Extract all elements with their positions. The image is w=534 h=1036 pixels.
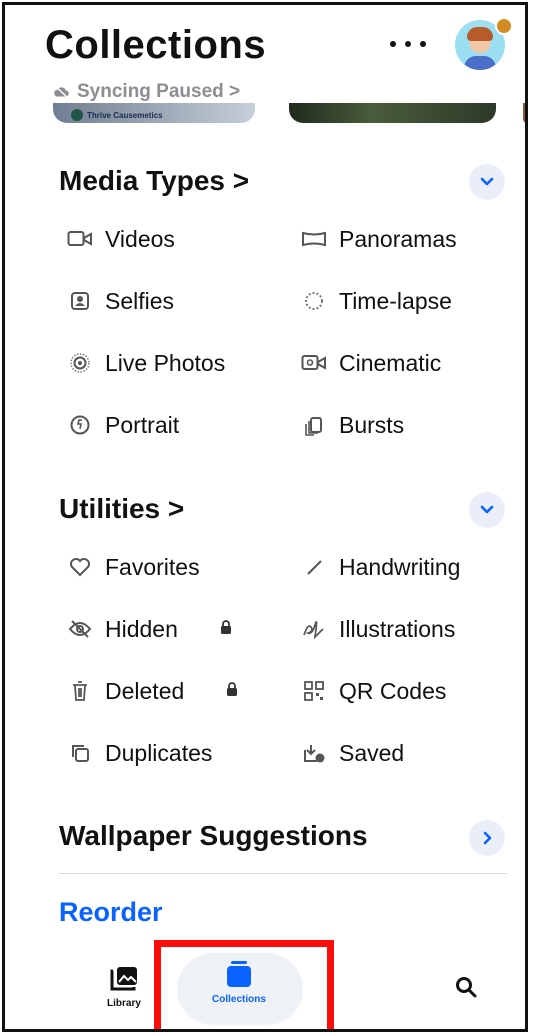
collection-item-label: Videos <box>105 225 175 252</box>
portrait-icon <box>67 412 93 438</box>
page-title: Collections <box>45 23 267 67</box>
collection-item-bursts[interactable]: Bursts <box>301 410 404 440</box>
more-options-button[interactable] <box>390 33 426 55</box>
media-types-title: Media Types > <box>59 165 250 196</box>
thumbnail-2[interactable] <box>289 103 496 123</box>
collection-item-label: Hidden <box>105 615 178 642</box>
notification-badge <box>495 17 513 35</box>
collection-item-illustrations[interactable]: Illustrations <box>301 614 455 644</box>
wallpaper-suggestions-header[interactable]: Wallpaper Suggestions <box>59 820 368 852</box>
thumbnail-3[interactable] <box>523 103 525 123</box>
collection-item-deleted[interactable]: Deleted <box>67 676 238 706</box>
collection-item-qr-codes[interactable]: QR Codes <box>301 676 446 706</box>
lock-icon <box>226 681 238 702</box>
collection-item-favorites[interactable]: Favorites <box>67 552 200 582</box>
collection-item-portrait[interactable]: Portrait <box>67 410 179 440</box>
saved-icon <box>301 740 327 766</box>
sync-status-label: Syncing Paused > <box>77 81 241 102</box>
tab-library[interactable]: Library <box>101 965 147 1015</box>
collection-item-panoramas[interactable]: Panoramas <box>301 224 457 254</box>
app-frame: Collections Syncing Paused > Thrive Caus… <box>2 2 528 1032</box>
collection-item-videos[interactable]: Videos <box>67 224 175 254</box>
search-button[interactable] <box>449 970 483 1004</box>
duplicate-icon <box>67 740 93 766</box>
selfie-icon <box>67 288 93 314</box>
annotation-highlight-box <box>154 940 334 1029</box>
collection-item-live-photos[interactable]: Live Photos <box>67 348 225 378</box>
thumbnail-1[interactable]: Thrive Causemetics <box>53 103 255 123</box>
chevron-down-icon <box>480 177 494 186</box>
more-icon <box>405 41 411 47</box>
collection-item-label: Favorites <box>105 553 200 580</box>
bursts-icon <box>301 412 327 438</box>
collection-item-cinematic[interactable]: Cinematic <box>301 348 441 378</box>
illustration-icon <box>301 616 327 642</box>
panorama-icon <box>301 226 327 252</box>
tab-library-label: Library <box>107 998 141 1009</box>
collection-item-label: Time-lapse <box>339 287 452 314</box>
thumbnail-dot-icon <box>71 109 83 121</box>
section-divider <box>59 873 507 874</box>
more-icon <box>390 41 396 47</box>
search-icon <box>456 977 477 998</box>
wallpaper-suggestions-expand-button[interactable] <box>469 820 505 856</box>
eye-slash-icon <box>67 616 93 642</box>
media-types-header[interactable]: Media Types > <box>59 165 249 197</box>
cloud-slash-icon <box>54 86 69 99</box>
collection-item-label: Duplicates <box>105 739 213 766</box>
more-icon <box>420 41 426 47</box>
trash-icon <box>67 678 93 704</box>
photo-stack-icon <box>110 967 137 991</box>
collection-item-label: Illustrations <box>339 615 456 642</box>
pencil-icon <box>301 554 327 580</box>
collection-item-timelapse[interactable]: Time-lapse <box>301 286 452 316</box>
collection-item-label: Handwriting <box>339 553 461 580</box>
collection-item-duplicates[interactable]: Duplicates <box>67 738 212 768</box>
utilities-header[interactable]: Utilities > <box>59 493 184 525</box>
avatar-hair <box>467 27 493 41</box>
collection-item-saved[interactable]: Saved <box>301 738 404 768</box>
collection-item-handwriting[interactable]: Handwriting <box>301 552 460 582</box>
collection-item-label: Cinematic <box>339 349 442 376</box>
sync-status[interactable]: Syncing Paused > <box>53 81 240 103</box>
collection-item-label: Selfies <box>105 287 175 314</box>
collection-item-label: Deleted <box>105 677 185 704</box>
reorder-button[interactable]: Reorder <box>59 897 163 928</box>
recent-thumbnails[interactable]: Thrive Causemetics <box>53 103 525 125</box>
utilities-title: Utilities > <box>59 493 185 524</box>
collection-item-label: Panoramas <box>339 225 457 252</box>
collection-item-selfies[interactable]: Selfies <box>67 286 174 316</box>
collection-item-label: Bursts <box>339 411 405 438</box>
avatar-shirt <box>464 56 496 70</box>
cinematic-icon <box>301 350 327 376</box>
media-types-collapse-button[interactable] <box>469 164 505 200</box>
lock-icon <box>220 619 232 640</box>
collection-item-hidden[interactable]: Hidden <box>67 614 232 644</box>
collection-item-label: Live Photos <box>105 349 226 376</box>
wallpaper-suggestions-title: Wallpaper Suggestions <box>59 820 368 851</box>
heart-icon <box>67 554 93 580</box>
utilities-collapse-button[interactable] <box>469 492 505 528</box>
timelapse-icon <box>301 288 327 314</box>
live-photo-icon <box>67 350 93 376</box>
qr-code-icon <box>301 678 327 704</box>
collection-item-label: QR Codes <box>339 677 447 704</box>
collection-item-label: Portrait <box>105 411 180 438</box>
collection-item-label: Saved <box>339 739 405 766</box>
thumbnail-caption: Thrive Causemetics <box>87 111 163 120</box>
video-icon <box>67 226 93 252</box>
chevron-right-icon <box>483 831 492 845</box>
chevron-down-icon <box>480 505 494 514</box>
